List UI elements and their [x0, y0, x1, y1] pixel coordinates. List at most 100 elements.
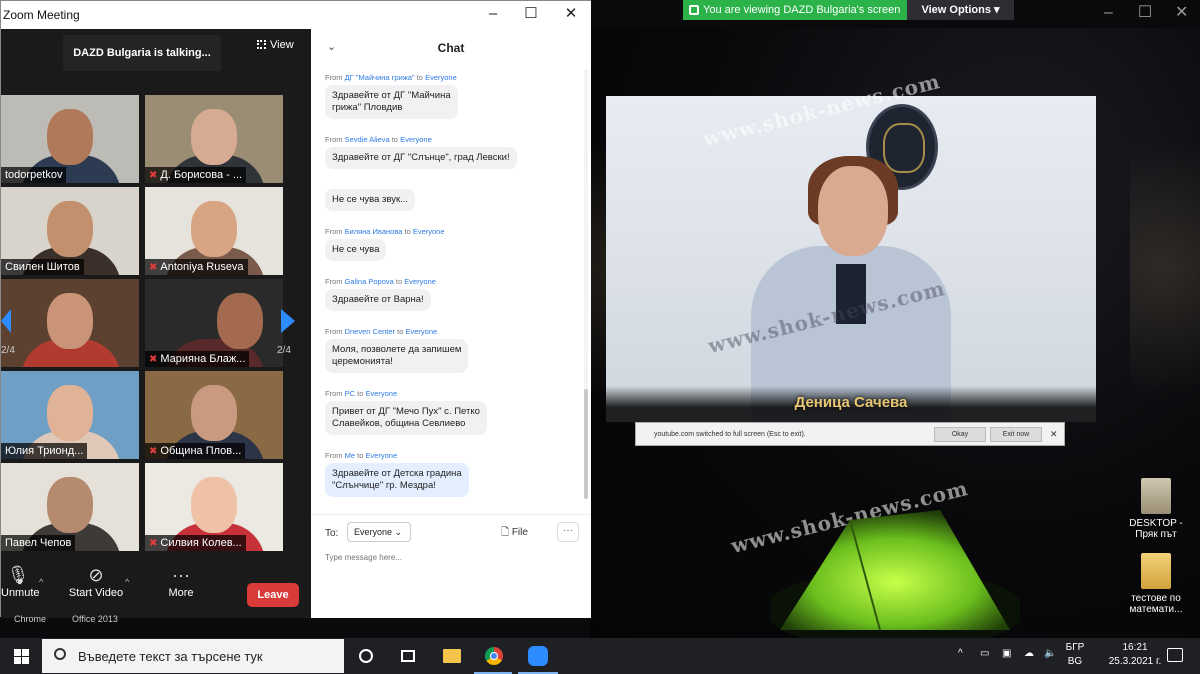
- recipient-name[interactable]: Everyone: [400, 135, 432, 144]
- participant-name: Силвия Колев...: [160, 537, 242, 549]
- participant-tile[interactable]: Свилен Шитов: [1, 187, 139, 275]
- message-bubble: Не се чува: [325, 239, 387, 261]
- unmute-button[interactable]: 🎙 Unmute: [1, 565, 40, 599]
- message-text: Здравейте от Детска градина: [332, 468, 462, 479]
- network-icon[interactable]: ▣: [1002, 648, 1011, 659]
- recipient-name[interactable]: Everyone: [413, 227, 445, 236]
- battery-icon[interactable]: ▭: [980, 648, 989, 659]
- windows-icon: [14, 649, 21, 656]
- recipient-name[interactable]: Everyone: [406, 327, 438, 336]
- speaker-icon[interactable]: 🔈: [1044, 648, 1056, 659]
- page-indicator: 2/4: [277, 345, 291, 356]
- ellipsis-icon: ···: [172, 565, 190, 585]
- close-icon[interactable]: ✕: [1050, 429, 1058, 440]
- file-label: File: [511, 527, 528, 538]
- taskbar-search[interactable]: Въведете текст за търсене тук: [42, 639, 344, 673]
- chat-scrollbar[interactable]: [584, 69, 588, 499]
- notification-icon[interactable]: [1167, 648, 1183, 662]
- view-options-button[interactable]: View Options ▾: [907, 0, 1014, 20]
- chat-more-button[interactable]: ···: [557, 522, 579, 542]
- sender-name[interactable]: ДГ "Майчина грижа": [345, 73, 415, 82]
- sender-name[interactable]: Me: [345, 451, 355, 460]
- leave-button[interactable]: Leave: [247, 583, 299, 607]
- participant-name: Д. Борисова - ...: [160, 169, 243, 181]
- participant-tile[interactable]: [1, 279, 139, 367]
- to-word: to: [397, 327, 404, 336]
- taskbar: Въведете текст за търсене тук ^ ▭ ▣ ☁ 🔈 …: [0, 638, 1200, 674]
- file-explorer-icon[interactable]: [440, 644, 464, 668]
- message-sender-line: From Sevdie Alieva to Everyone: [325, 135, 432, 144]
- message-bubble: Не се чува звук...: [325, 189, 416, 211]
- speaker-face: [818, 166, 888, 256]
- sender-name[interactable]: Sevdie Alieva: [345, 135, 390, 144]
- cloud-icon[interactable]: ☁: [1024, 648, 1034, 659]
- desktop-folder-icon[interactable]: тестове по математи...: [1118, 553, 1194, 615]
- message-text: Моля, позволете да запишем: [332, 344, 462, 355]
- chevron-up-icon[interactable]: ^: [958, 648, 963, 659]
- participant-tile[interactable]: ✖ Марияна Блаж...: [145, 279, 283, 367]
- minimize-icon[interactable]: –: [1090, 0, 1127, 28]
- maximize-icon[interactable]: ☐: [521, 5, 541, 25]
- unmute-label: Unmute: [1, 587, 40, 599]
- close-icon[interactable]: ✕: [561, 5, 581, 25]
- participant-name: todorpetkov: [1, 167, 67, 183]
- clock[interactable]: 16:21 25.3.2021 г.: [1109, 641, 1161, 669]
- clock-date: 25.3.2021 г.: [1108, 656, 1162, 667]
- start-video-label: Start Video: [68, 587, 124, 599]
- close-icon[interactable]: ✕: [1163, 0, 1200, 28]
- participant-tile[interactable]: Юлия Трионд...: [1, 371, 139, 459]
- desktop-shortcut-label: DESKTOP - Пряк път: [1129, 518, 1183, 540]
- start-video-button[interactable]: ⊘ Start Video: [63, 565, 129, 599]
- recipient-name[interactable]: Everyone: [404, 277, 436, 286]
- more-label: More: [168, 587, 194, 599]
- language-code: БГР: [1065, 642, 1085, 653]
- share-window-controls: – ☐ ✕: [1090, 0, 1200, 28]
- file-button[interactable]: 🗋 File: [501, 525, 528, 542]
- recipient-name[interactable]: Everyone: [425, 73, 457, 82]
- chat-title: Chat: [437, 41, 465, 55]
- recipient-name[interactable]: Everyone: [365, 389, 397, 398]
- layout-code: BG: [1067, 656, 1083, 667]
- window-title: Zoom Meeting: [3, 8, 80, 22]
- participant-tile[interactable]: ✖ Силвия Колев...: [145, 463, 283, 551]
- task-view-icon[interactable]: [396, 644, 420, 668]
- cortana-icon[interactable]: [354, 644, 378, 668]
- page-indicator: 2/4: [1, 345, 15, 356]
- message-text: Славейков, община Севлиево: [332, 418, 466, 429]
- previous-page-icon[interactable]: [1, 309, 11, 333]
- zoom-app-icon[interactable]: [526, 644, 550, 668]
- recipient-value: Everyone: [354, 527, 393, 537]
- message-text: Здравейте от Варна!: [332, 294, 424, 305]
- recipient-select[interactable]: Everyone ⌄: [347, 522, 411, 542]
- next-page-icon[interactable]: [281, 309, 295, 333]
- chevron-up-icon[interactable]: ^: [125, 577, 129, 587]
- language-indicator[interactable]: БГР BG: [1063, 641, 1087, 669]
- message-text: Не се чува звук...: [332, 194, 409, 205]
- maximize-icon[interactable]: ☐: [1127, 0, 1164, 28]
- sender-name[interactable]: Dneven Center: [345, 327, 395, 336]
- recipient-name[interactable]: Everyone: [365, 451, 397, 460]
- participant-tile[interactable]: ✖ Д. Борисова - ...: [145, 95, 283, 183]
- view-button[interactable]: View: [257, 39, 294, 51]
- chevron-up-icon[interactable]: ^: [39, 577, 43, 587]
- message-input[interactable]: [325, 549, 575, 565]
- participant-tile[interactable]: Павел Чепов: [1, 463, 139, 551]
- sender-name[interactable]: Биляна Иванова: [345, 227, 403, 236]
- participant-tile[interactable]: ✖ Antoniya Ruseva: [145, 187, 283, 275]
- sender-name[interactable]: Galina Popova: [345, 277, 394, 286]
- desktop-shortcut-icon[interactable]: DESKTOP - Пряк път: [1118, 478, 1194, 540]
- from-word: From: [325, 277, 343, 286]
- to-word: to: [357, 451, 364, 460]
- start-button[interactable]: [0, 638, 42, 674]
- participant-tile[interactable]: ✖ Община Плов...: [145, 371, 283, 459]
- from-word: From: [325, 451, 343, 460]
- chrome-shortcut-label: Chrome: [14, 614, 47, 624]
- sender-name[interactable]: PC: [345, 389, 355, 398]
- exit-now-button[interactable]: Exit now: [990, 427, 1042, 442]
- to-word: to: [404, 227, 411, 236]
- chrome-icon[interactable]: [482, 644, 506, 668]
- okay-button[interactable]: Okay: [934, 427, 986, 442]
- more-button[interactable]: ··· More: [161, 565, 201, 599]
- minimize-icon[interactable]: –: [483, 5, 503, 25]
- participant-tile[interactable]: todorpetkov: [1, 95, 139, 183]
